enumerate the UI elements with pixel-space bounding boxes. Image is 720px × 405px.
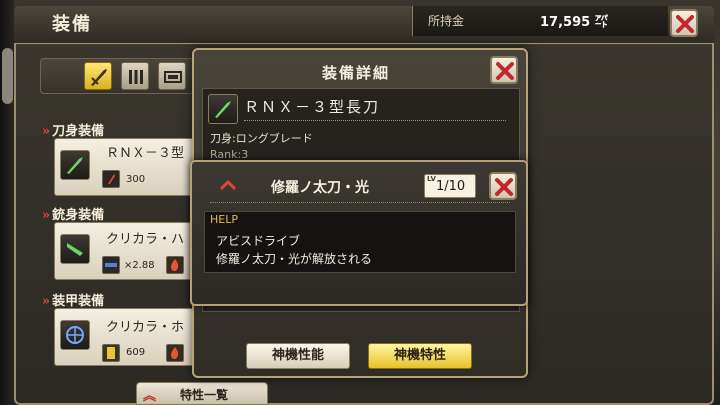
page-title: 装備	[52, 14, 92, 35]
help-text-line: アビスドライブ	[216, 234, 301, 248]
item-name: ＲＮＸ－３型長刀	[244, 98, 381, 116]
tab-gun[interactable]	[121, 62, 149, 90]
slot-header-gun: » 銃身装備	[42, 208, 105, 223]
divider	[210, 202, 510, 203]
ammo-icon	[102, 256, 120, 274]
tab-blade[interactable]	[84, 62, 112, 90]
skill-name: 修羅ノ太刀・光	[271, 180, 369, 196]
slot-header-armor: » 装甲装備	[42, 294, 105, 309]
blade-icon	[67, 157, 83, 174]
close-equipment-button[interactable]	[670, 9, 698, 37]
kishin-performance-button[interactable]: 神機性能	[246, 343, 350, 369]
blade-icon	[215, 101, 231, 118]
close-icon	[495, 178, 513, 196]
chevron-up-icon: ︽	[143, 389, 157, 404]
divider	[244, 120, 506, 121]
level-value: 1/10	[436, 179, 466, 194]
money-value: 17,595 ㌀	[540, 15, 608, 30]
item-icon	[208, 94, 238, 124]
detail-title: 装備詳細	[322, 64, 391, 82]
level-prefix: LV	[427, 175, 436, 183]
kishin-traits-button[interactable]: 神機特性	[368, 343, 472, 369]
slot-icon-armor	[60, 320, 90, 350]
slot-icon-gun	[60, 234, 90, 264]
fire-icon	[166, 256, 184, 274]
slot-name-blade: ＲＮＸ－３型	[106, 146, 185, 161]
armor-stat-icon	[102, 344, 120, 362]
close-detail-button[interactable]	[490, 56, 518, 84]
side-scroll-handle[interactable]	[2, 48, 13, 104]
slot-icon-blade	[60, 150, 90, 180]
slot-name-gun: クリカラ・ハ	[106, 232, 185, 247]
blade-icon	[91, 69, 107, 86]
gun-icon	[67, 243, 83, 256]
slot-name-armor: クリカラ・ホ	[106, 320, 185, 335]
trait-list-label: 特性一覧	[180, 388, 229, 402]
slot-stat-gun: ×2.88	[124, 260, 155, 271]
fire-icon	[166, 344, 184, 362]
slot-stat-armor: 609	[126, 347, 146, 358]
close-icon	[496, 62, 514, 80]
slot-header-blade: » 刀身装備	[42, 124, 105, 139]
chevron-up-icon[interactable]	[218, 178, 238, 192]
gun-ammo-icon	[129, 70, 143, 84]
armor-icon	[164, 71, 182, 83]
blade-stat-icon	[102, 170, 120, 188]
slot-stat-blade: 300	[126, 174, 146, 185]
close-icon	[676, 15, 694, 33]
help-label: HELP	[210, 213, 238, 226]
money-label: 所持金	[428, 14, 465, 28]
close-skill-button[interactable]	[489, 172, 517, 200]
help-text-line: 修羅ノ太刀・光が解放される	[216, 252, 373, 266]
tab-armor[interactable]	[158, 62, 186, 90]
shield-icon	[66, 326, 84, 344]
item-type: 刀身:ロングブレード	[210, 132, 313, 145]
